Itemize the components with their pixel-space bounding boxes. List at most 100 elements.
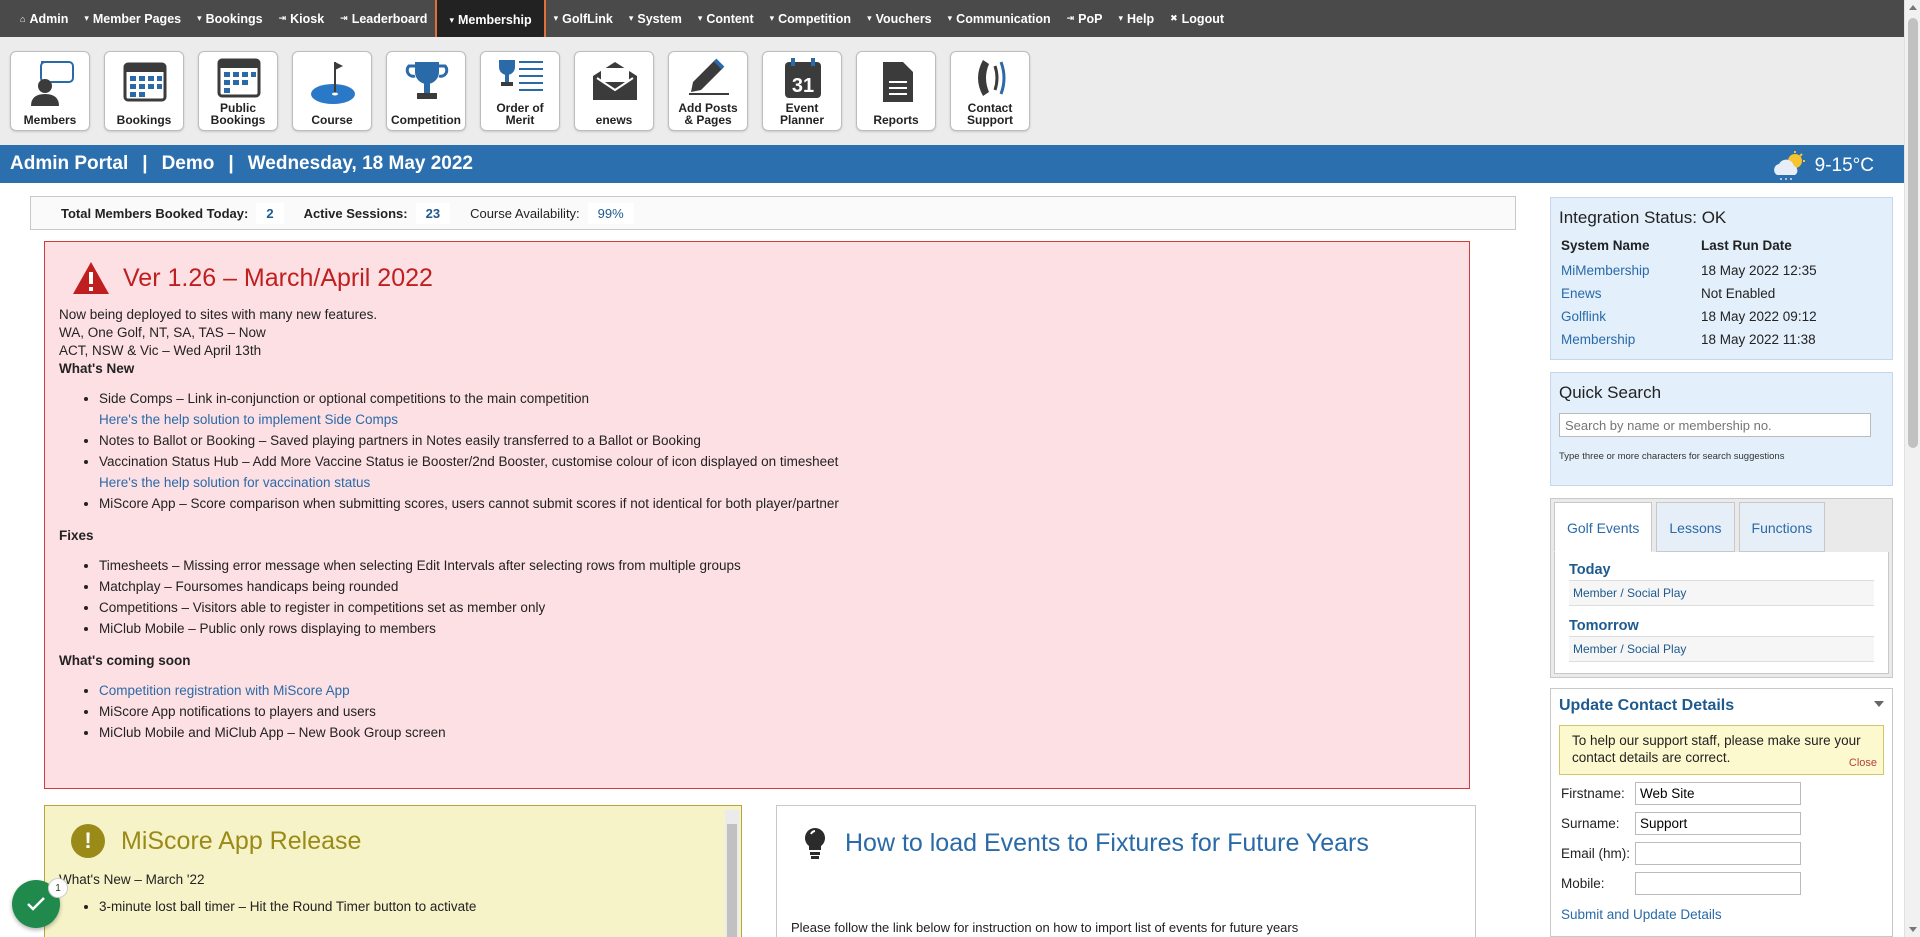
nav-item-label: Bookings <box>205 11 263 26</box>
notice-intro-1: Now being deployed to sites with many ne… <box>59 307 378 322</box>
reports-button[interactable]: Reports <box>856 51 936 131</box>
calendar-icon <box>123 62 167 102</box>
enews-button[interactable]: enews <box>574 51 654 131</box>
list-item: MiScore App – Score comparison when subm… <box>99 495 1455 513</box>
nav-item-vouchers[interactable]: ▾ Vouchers <box>859 0 940 37</box>
whats-new-list: Side Comps – Link in-conjunction or opti… <box>99 390 1455 513</box>
surname-row: Surname: <box>1559 812 1884 835</box>
nav-item-label: GolfLink <box>562 11 613 26</box>
tomorrow-heading: Tomorrow <box>1569 618 1874 637</box>
scroll-down-arrow-icon[interactable] <box>1909 927 1917 932</box>
tab-lessons[interactable]: Lessons <box>1656 502 1735 552</box>
order-of-merit-button[interactable]: Order of Merit <box>480 51 560 131</box>
contact-support-label: Contact Support <box>967 101 1013 127</box>
scrollbar-thumb[interactable] <box>1908 18 1918 448</box>
calendar-31-icon: 31 <box>785 58 821 98</box>
firstname-row: Firstname: <box>1559 782 1884 805</box>
last-run: 18 May 2022 12:35 <box>1701 263 1817 278</box>
bookings-button[interactable]: Bookings <box>104 51 184 131</box>
contact-support-button[interactable]: Contact Support <box>950 51 1030 131</box>
nav-item-system[interactable]: ▾ System <box>621 0 690 37</box>
email-label: Email (hm): <box>1561 846 1631 861</box>
public-bookings-button[interactable]: Public Bookings <box>198 51 278 131</box>
nav-glyph-icon: ✖ <box>1170 13 1178 23</box>
competition-label: Competition <box>391 113 461 127</box>
table-header: System Name Last Run Date <box>1559 238 1819 261</box>
submit-contact-link[interactable]: Submit and Update Details <box>1559 907 1884 922</box>
nav-glyph-icon: ▾ <box>553 13 559 23</box>
weather-widget: 9-15°C <box>1771 151 1874 181</box>
email-field[interactable] <box>1635 842 1801 865</box>
fixes-list: Timesheets – Missing error message when … <box>99 557 1455 638</box>
system-name[interactable]: MiMembership <box>1559 261 1699 284</box>
release-notice: Ver 1.26 – March/April 2022 Now being de… <box>44 241 1470 789</box>
envelope-icon <box>593 62 637 100</box>
bookings-label: Bookings <box>116 113 172 127</box>
close-note-link[interactable]: Close <box>1849 755 1877 772</box>
list-item: Side Comps – Link in-conjunction or opti… <box>99 390 1455 429</box>
miscore-panel: ! MiScore App Release What's New – March … <box>44 805 742 937</box>
system-name[interactable]: Enews <box>1559 284 1699 307</box>
collapse-chevron-icon[interactable] <box>1874 701 1884 707</box>
tomorrow-event-link[interactable]: Member / Social Play <box>1569 637 1874 662</box>
nav-item-golflink[interactable]: ▾ GolfLink <box>546 0 621 37</box>
system-name[interactable]: Membership <box>1559 330 1699 353</box>
add-posts-button[interactable]: Add Posts & Pages <box>668 51 748 131</box>
mobile-field[interactable] <box>1635 872 1801 895</box>
active-sessions-value: 23 <box>415 202 451 224</box>
search-input[interactable] <box>1559 413 1871 437</box>
nav-item-label: Logout <box>1181 11 1224 26</box>
nav-item-communication[interactable]: ▾ Communication <box>940 0 1059 37</box>
floating-check-button[interactable]: 1 <box>12 878 68 928</box>
scroll-up-arrow-icon[interactable] <box>1909 5 1917 10</box>
tab-golf-events[interactable]: Golf Events <box>1554 502 1653 552</box>
nav-item-logout[interactable]: ✖ Logout <box>1162 0 1232 37</box>
competition-registration-link[interactable]: Competition registration with MiScore Ap… <box>99 683 350 698</box>
course-button[interactable]: Course <box>292 51 372 131</box>
document-icon <box>883 62 913 102</box>
page-scrollbar[interactable] <box>1904 0 1920 937</box>
members-icon <box>31 61 74 106</box>
tab-functions[interactable]: Functions <box>1738 502 1826 552</box>
nav-item-label: PoP <box>1078 11 1103 26</box>
nav-item-member-pages[interactable]: ▾ Member Pages <box>76 0 189 37</box>
miscore-scrollbar-thumb[interactable] <box>727 824 737 937</box>
event-planner-button[interactable]: 31 Event Planner <box>762 51 842 131</box>
nav-glyph-icon: ⌂ <box>20 13 26 24</box>
system-name[interactable]: Golflink <box>1559 307 1699 330</box>
miscore-scrollbar[interactable] <box>725 810 739 937</box>
nav-item-content[interactable]: ▾ Content <box>690 0 762 37</box>
lightbulb-icon <box>805 828 825 859</box>
nav-glyph-icon: ⇥ <box>278 13 287 23</box>
nav-item-help[interactable]: ▾ Help <box>1110 0 1162 37</box>
nav-item-bookings[interactable]: ▾ Bookings <box>189 0 270 37</box>
nav-item-label: Membership <box>457 13 532 27</box>
members-button[interactable]: Members <box>10 51 90 131</box>
nav-item-kiosk[interactable]: ⇥ Kiosk <box>271 0 333 37</box>
events-tabs: Golf Events Lessons Functions <box>1554 502 1889 552</box>
nav-item-leaderboard[interactable]: ⇥ Leaderboard <box>332 0 435 37</box>
surname-field[interactable] <box>1635 812 1801 835</box>
firstname-field[interactable] <box>1635 782 1801 805</box>
phone-icon <box>978 60 1006 96</box>
integration-table: System Name Last Run Date MiMembership 18… <box>1559 238 1819 353</box>
vaccination-help-link[interactable]: Here's the help solution for vaccination… <box>99 474 1455 492</box>
nav-item-admin[interactable]: ⌂ Admin <box>12 0 76 37</box>
nav-glyph-icon: ▾ <box>84 13 89 23</box>
list-item: Matchplay – Foursomes handicaps being ro… <box>99 578 1455 596</box>
warning-icon <box>73 262 109 294</box>
nav-item-membership[interactable]: ▾ Membership <box>435 0 546 42</box>
table-row: MiMembership 18 May 2022 12:35 <box>1559 261 1819 284</box>
side-comps-help-link[interactable]: Here's the help solution to implement Si… <box>99 411 1455 429</box>
list-item: Competition registration with MiScore Ap… <box>99 682 1455 700</box>
miscore-list: 3-minute lost ball timer – Hit the Round… <box>99 899 727 914</box>
whats-new-heading: What's New <box>59 361 135 376</box>
course-label: Course <box>311 113 353 127</box>
today-event-link[interactable]: Member / Social Play <box>1569 581 1874 606</box>
cloud-sun-icon <box>1773 151 1805 180</box>
active-sessions-label: Active Sessions: <box>303 205 408 221</box>
table-row: Golflink 18 May 2022 09:12 <box>1559 307 1819 330</box>
nav-item-competition[interactable]: ▾ Competition <box>762 0 859 37</box>
competition-button[interactable]: Competition <box>386 51 466 131</box>
nav-item-pop[interactable]: ⇥ PoP <box>1059 0 1111 37</box>
